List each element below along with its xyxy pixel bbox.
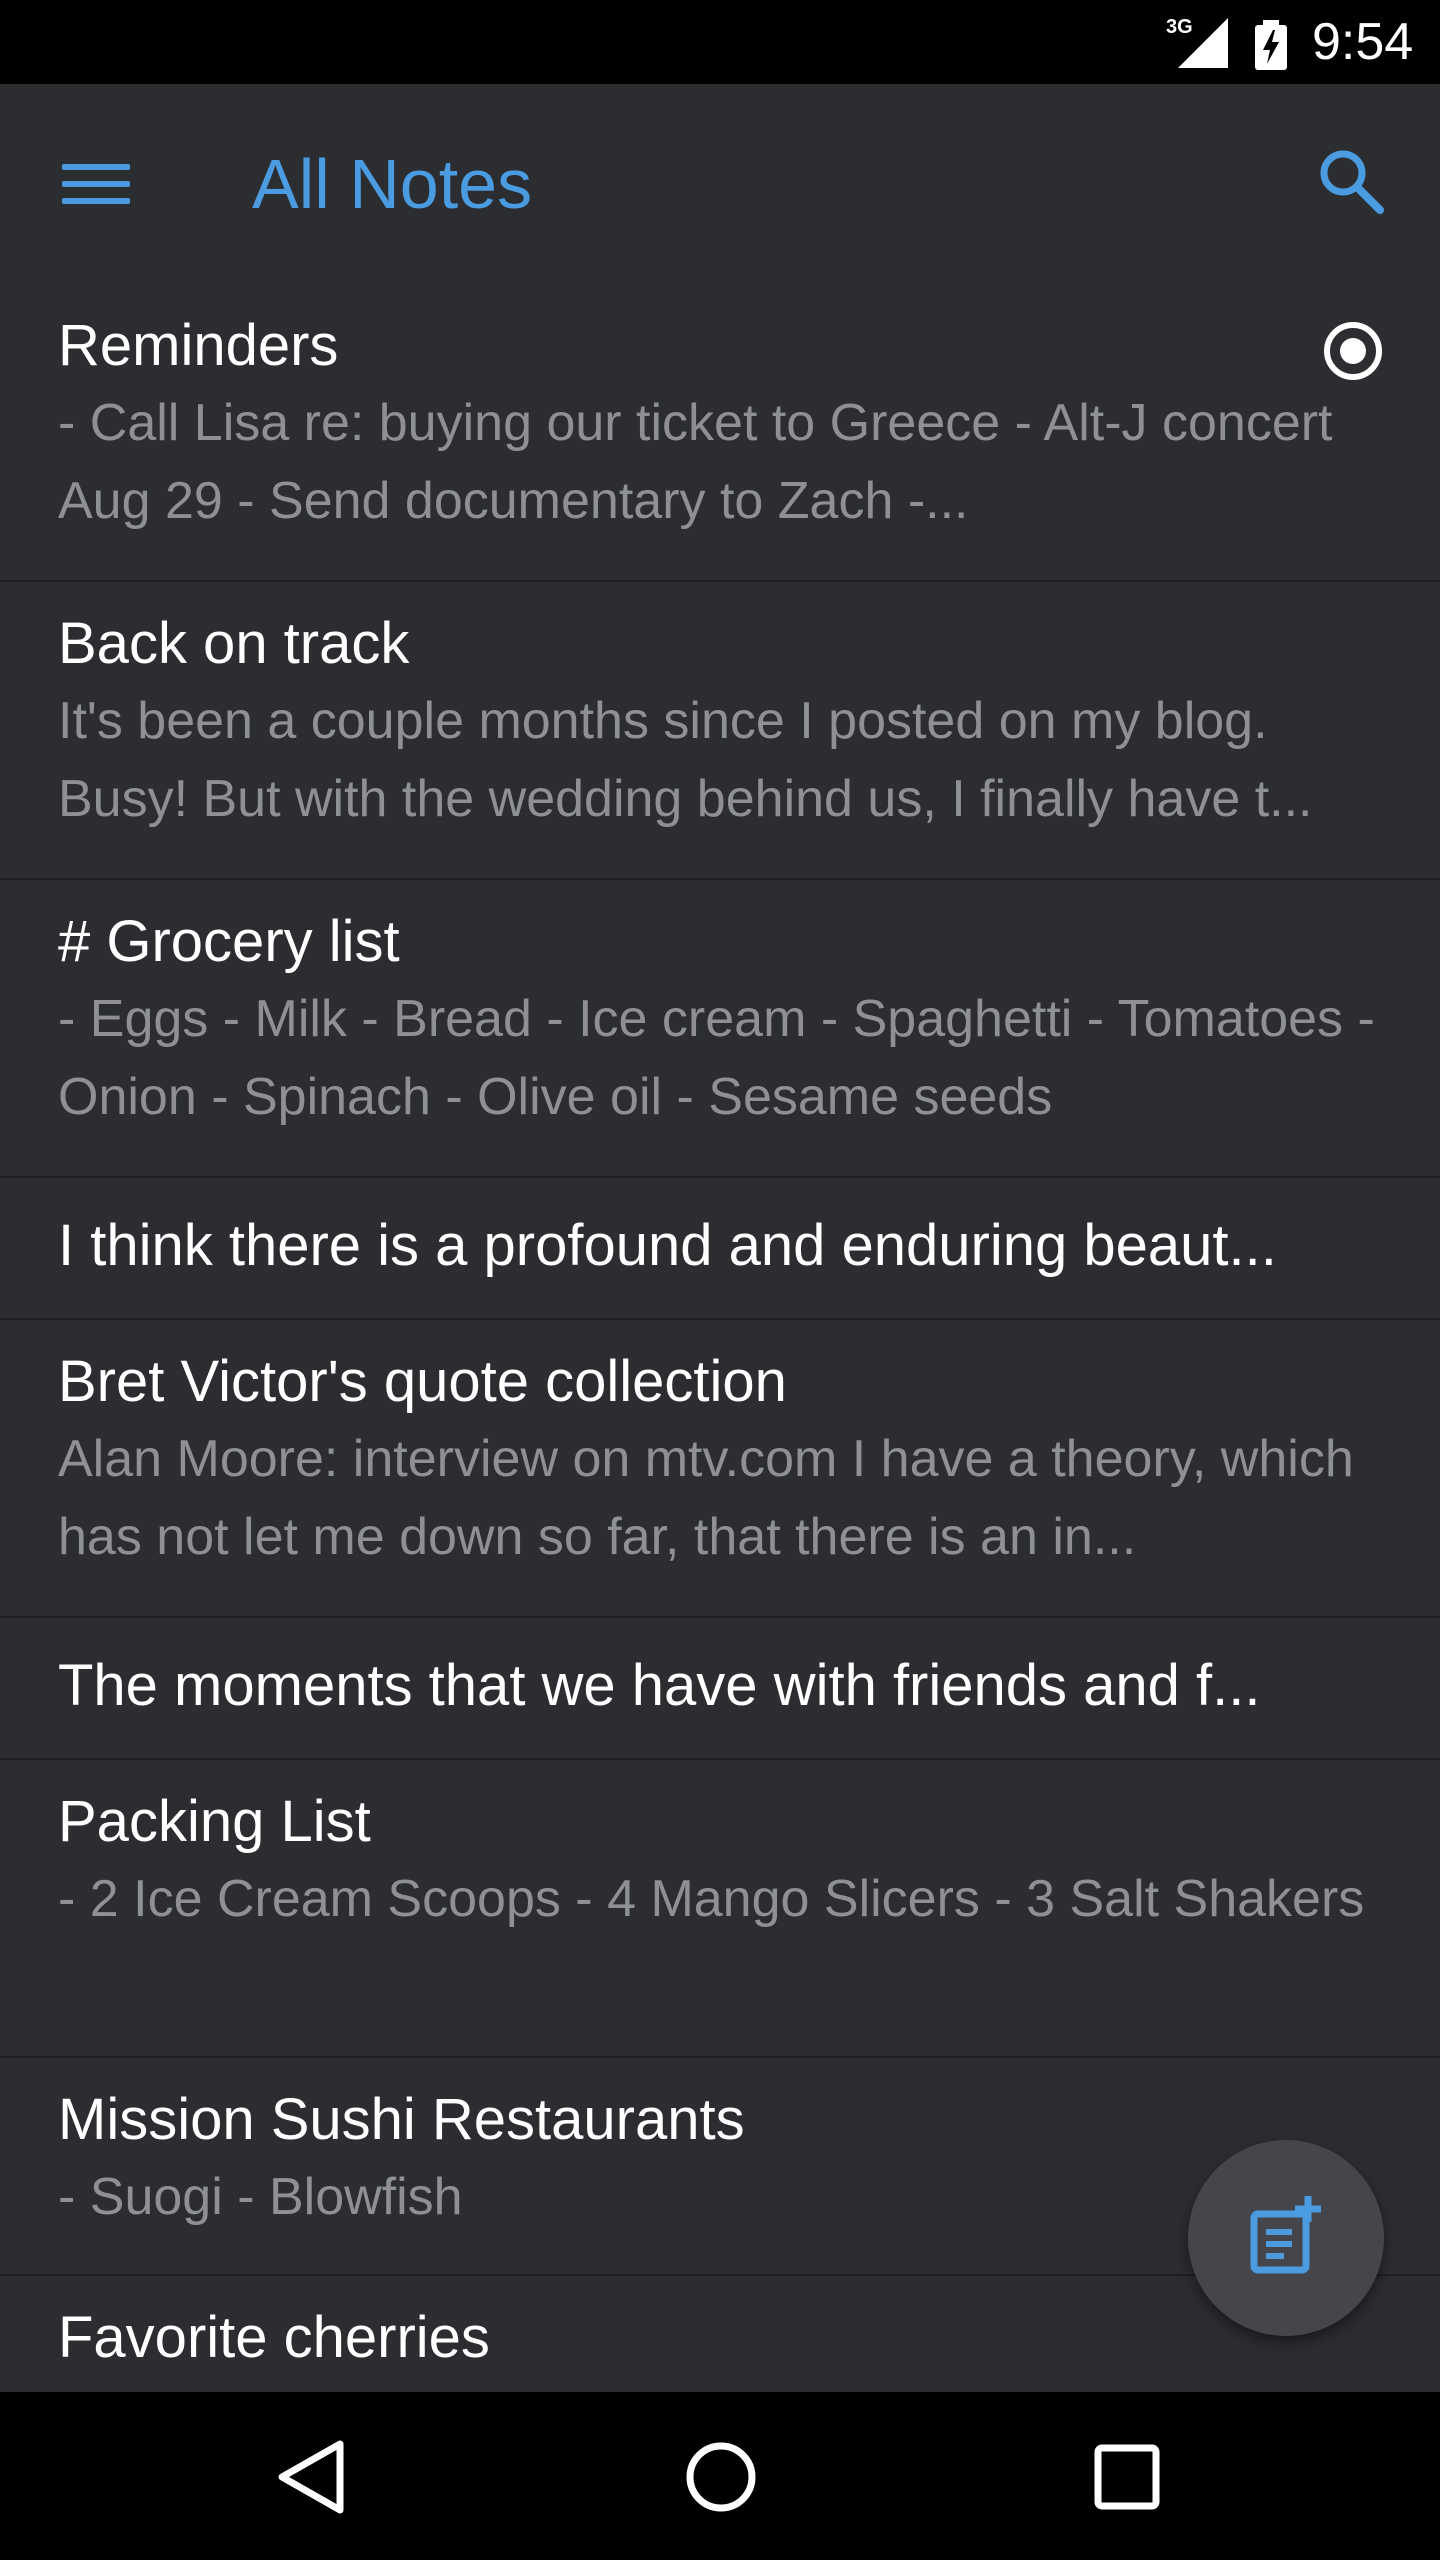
home-circle-icon[interactable]	[676, 2432, 766, 2522]
note-title: Packing List	[58, 1789, 371, 1854]
reminder-icon[interactable]	[1322, 320, 1384, 382]
note-item[interactable]: # Grocery list - Eggs - Milk - Bread - I…	[0, 880, 1440, 1178]
note-title: Back on track	[58, 611, 410, 676]
note-item[interactable]: I think there is a profound and enduring…	[0, 1178, 1440, 1320]
note-title: I think there is a profound and enduring…	[58, 1213, 1277, 1278]
app-bar: All Notes	[0, 84, 1440, 284]
note-title: Bret Victor's quote collection	[58, 1349, 787, 1414]
hamburger-menu-icon[interactable]	[62, 156, 130, 212]
battery-charging-icon	[1255, 20, 1287, 70]
status-bar: 3G 9:54	[0, 0, 1440, 84]
note-item[interactable]: Reminders - Call Lisa re: buying our tic…	[0, 284, 1440, 582]
new-note-icon	[1250, 2196, 1321, 2274]
system-nav-bar	[0, 2392, 1440, 2560]
back-triangle-icon[interactable]	[268, 2432, 358, 2522]
note-preview: Alan Moore: interview on mtv.com I have …	[58, 1430, 1354, 1566]
note-item[interactable]: Bret Victor's quote collection Alan Moor…	[0, 1320, 1440, 1618]
note-preview: It's been a couple months since I posted…	[58, 692, 1313, 828]
note-title: Mission Sushi Restaurants	[58, 2087, 745, 2152]
status-time: 9:54	[1312, 13, 1414, 71]
note-item[interactable]: Packing List - 2 Ice Cream Scoops - 4 Ma…	[0, 1760, 1440, 2058]
recents-square-icon[interactable]	[1082, 2432, 1172, 2522]
note-preview: - Eggs - Milk - Bread - Ice cream - Spag…	[58, 990, 1375, 1126]
note-preview: - Call Lisa re: buying our ticket to Gre…	[58, 394, 1333, 530]
note-title: Favorite cherries	[58, 2305, 490, 2370]
note-title: # Grocery list	[58, 909, 400, 974]
new-note-button[interactable]	[1188, 2140, 1384, 2336]
note-item[interactable]: The moments that we have with friends an…	[0, 1618, 1440, 1760]
note-title: The moments that we have with friends an…	[58, 1653, 1261, 1718]
note-item[interactable]: Back on track It's been a couple months …	[0, 582, 1440, 880]
note-title: Reminders	[58, 313, 339, 378]
page-title: All Notes	[252, 145, 533, 223]
network-type-label: 3G	[1166, 16, 1193, 38]
notes-list: Reminders - Call Lisa re: buying our tic…	[0, 284, 1440, 2392]
search-icon[interactable]	[1316, 146, 1386, 216]
note-preview: - 2 Ice Cream Scoops - 4 Mango Slicers -…	[58, 1870, 1365, 1928]
